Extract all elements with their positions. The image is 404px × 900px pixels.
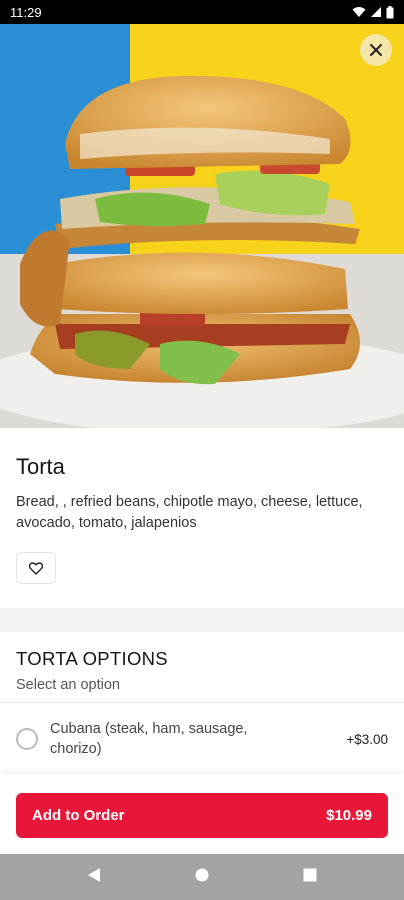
home-button[interactable] [195,868,209,887]
favorite-button[interactable] [16,552,56,584]
item-description: Bread, , refried beans, chipotle mayo, c… [16,494,363,531]
add-to-order-label: Add to Order [32,807,125,824]
recents-icon [303,868,317,881]
options-section: TORTA OPTIONS Select an option [0,632,404,703]
close-icon [370,44,382,56]
wifi-icon [352,7,366,17]
status-time: 11:29 [10,4,42,20]
section-divider [0,608,404,632]
options-title: TORTA OPTIONS [16,648,168,669]
option-radio[interactable] [16,728,38,750]
home-icon [195,868,209,881]
close-button[interactable] [360,34,392,66]
status-bar: 11:29 [0,0,404,24]
options-subtitle: Select an option [16,677,120,693]
recents-button[interactable] [303,868,317,887]
back-button[interactable] [87,867,101,888]
hero-image [0,24,404,428]
navigation-bar [0,854,404,900]
option-label: Cubana (steak, ham, sausage, chorizo) [50,721,248,757]
torta-photo [0,24,404,428]
item-title: Torta [16,454,65,479]
order-footer: Add to Order $10.99 [0,774,404,854]
option-price: +$3.00 [346,731,388,747]
add-to-order-button[interactable]: Add to Order $10.99 [16,793,388,838]
status-icons [352,5,394,19]
battery-icon [386,5,394,18]
heart-icon [29,561,43,575]
back-icon [88,867,100,882]
item-info: Torta Bread, , refried beans, chipotle m… [0,428,404,608]
option-row[interactable]: Cubana (steak, ham, sausage, chorizo) +$… [0,704,404,774]
order-total: $10.99 [326,807,372,824]
signal-icon [371,7,381,17]
options-divider [0,702,404,703]
